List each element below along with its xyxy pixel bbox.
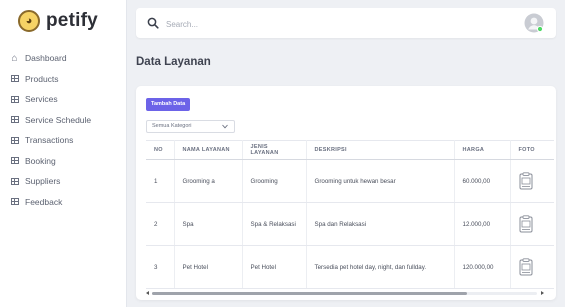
column-header-foto: FOTO bbox=[510, 140, 554, 160]
table-row: 1 Grooming a Grooming Grooming untuk hew… bbox=[146, 159, 554, 203]
cell-nama-layanan: Pet Hotel bbox=[174, 245, 243, 289]
search-input[interactable] bbox=[164, 15, 368, 33]
category-filter-value: Semua Kategori bbox=[152, 123, 192, 129]
cell-foto bbox=[510, 245, 554, 289]
cell-harga: 120.000,00 bbox=[454, 245, 511, 289]
sidebar-item-label: Products bbox=[25, 73, 59, 84]
sidebar-item-feedback[interactable]: Feedback bbox=[10, 192, 91, 213]
column-header-nama-layanan: NAMA LAYANAN bbox=[174, 140, 243, 160]
cell-nama-layanan: Spa bbox=[174, 202, 243, 246]
sidebar-item-label: Feedback bbox=[25, 196, 63, 207]
table-icon bbox=[10, 115, 19, 124]
cell-nama-layanan: Grooming a bbox=[174, 159, 243, 203]
page-title: Data Layanan bbox=[136, 56, 211, 68]
column-header-deskripsi: DESKRIPSI bbox=[306, 140, 455, 160]
table-row: 2 Spa Spa & Relaksasi Spa dan Relaksasi … bbox=[146, 202, 554, 246]
sidebar-item-label: Services bbox=[25, 94, 58, 105]
chevron-down-icon bbox=[222, 124, 228, 129]
cell-deskripsi: Tersedia pet hotel day, night, dan fulld… bbox=[306, 245, 455, 289]
sidebar-nav: ⌂ Dashboard Products Services Service Sc… bbox=[10, 48, 91, 212]
sidebar-item-suppliers[interactable]: Suppliers bbox=[10, 171, 91, 192]
sidebar-item-label: Transactions bbox=[25, 135, 74, 146]
home-icon: ⌂ bbox=[11, 52, 18, 64]
sidebar-item-label: Dashboard bbox=[25, 53, 67, 64]
search-icon[interactable] bbox=[147, 17, 159, 29]
table-icon bbox=[10, 177, 19, 186]
table-icon bbox=[10, 136, 19, 145]
table-icon bbox=[10, 74, 19, 83]
table-row: 3 Pet Hotel Pet Hotel Tersedia pet hotel… bbox=[146, 245, 554, 289]
cell-deskripsi: Spa dan Relaksasi bbox=[306, 202, 455, 246]
scrollbar-track[interactable] bbox=[152, 292, 537, 295]
services-table: NO NAMA LAYANAN JENIS LAYANAN DESKRIPSI … bbox=[146, 140, 554, 289]
brand[interactable]: ◕ petify bbox=[18, 10, 98, 32]
horizontal-scrollbar[interactable] bbox=[146, 290, 544, 297]
avatar[interactable] bbox=[524, 13, 544, 33]
sidebar-item-label: Booking bbox=[25, 155, 56, 166]
add-data-button[interactable]: Tambah Data bbox=[146, 98, 191, 111]
cell-harga: 12.000,00 bbox=[454, 202, 511, 246]
cell-jenis-layanan: Grooming bbox=[242, 159, 307, 203]
scrollbar-thumb[interactable] bbox=[152, 292, 467, 295]
table-icon bbox=[10, 95, 19, 104]
sidebar-item-dashboard[interactable]: ⌂ Dashboard bbox=[10, 48, 91, 69]
cell-deskripsi: Grooming untuk hewan besar bbox=[306, 159, 455, 203]
scroll-left-arrow-icon[interactable] bbox=[146, 291, 149, 295]
sidebar-item-booking[interactable]: Booking bbox=[10, 151, 91, 172]
cell-harga: 60.000,00 bbox=[454, 159, 511, 203]
cell-jenis-layanan: Spa & Relaksasi bbox=[242, 202, 307, 246]
category-filter-select[interactable]: Semua Kategori bbox=[146, 120, 235, 133]
cell-foto bbox=[510, 159, 554, 203]
sidebar-item-service-schedule[interactable]: Service Schedule bbox=[10, 110, 91, 131]
image-placeholder-icon[interactable] bbox=[519, 258, 533, 276]
sidebar-item-services[interactable]: Services bbox=[10, 89, 91, 110]
column-header-jenis-layanan: JENIS LAYANAN bbox=[242, 140, 307, 160]
sidebar-item-products[interactable]: Products bbox=[10, 69, 91, 90]
services-table-wrap: NO NAMA LAYANAN JENIS LAYANAN DESKRIPSI … bbox=[146, 140, 556, 289]
sidebar-item-transactions[interactable]: Transactions bbox=[10, 130, 91, 151]
sidebar-item-label: Service Schedule bbox=[25, 114, 92, 125]
cell-foto bbox=[510, 202, 554, 246]
cell-jenis-layanan: Pet Hotel bbox=[242, 245, 307, 289]
cell-no: 3 bbox=[146, 245, 175, 289]
image-placeholder-icon[interactable] bbox=[519, 215, 533, 233]
brand-name: petify bbox=[46, 10, 98, 31]
table-header-row: NO NAMA LAYANAN JENIS LAYANAN DESKRIPSI … bbox=[146, 140, 554, 160]
sidebar-item-label: Suppliers bbox=[25, 176, 61, 187]
top-bar bbox=[136, 8, 556, 38]
cell-no: 2 bbox=[146, 202, 175, 246]
column-header-harga: HARGA bbox=[454, 140, 511, 160]
column-header-no: NO bbox=[146, 140, 175, 160]
scroll-right-arrow-icon[interactable] bbox=[541, 291, 544, 295]
table-icon bbox=[10, 197, 19, 206]
sidebar: ◕ petify ⌂ Dashboard Products Services S… bbox=[0, 0, 127, 307]
dog-logo-icon: ◕ bbox=[18, 10, 40, 32]
services-card: Tambah Data Semua Kategori NO NAMA LAYAN… bbox=[136, 86, 556, 300]
table-icon bbox=[10, 156, 19, 165]
cell-no: 1 bbox=[146, 159, 175, 203]
image-placeholder-icon[interactable] bbox=[519, 172, 533, 190]
